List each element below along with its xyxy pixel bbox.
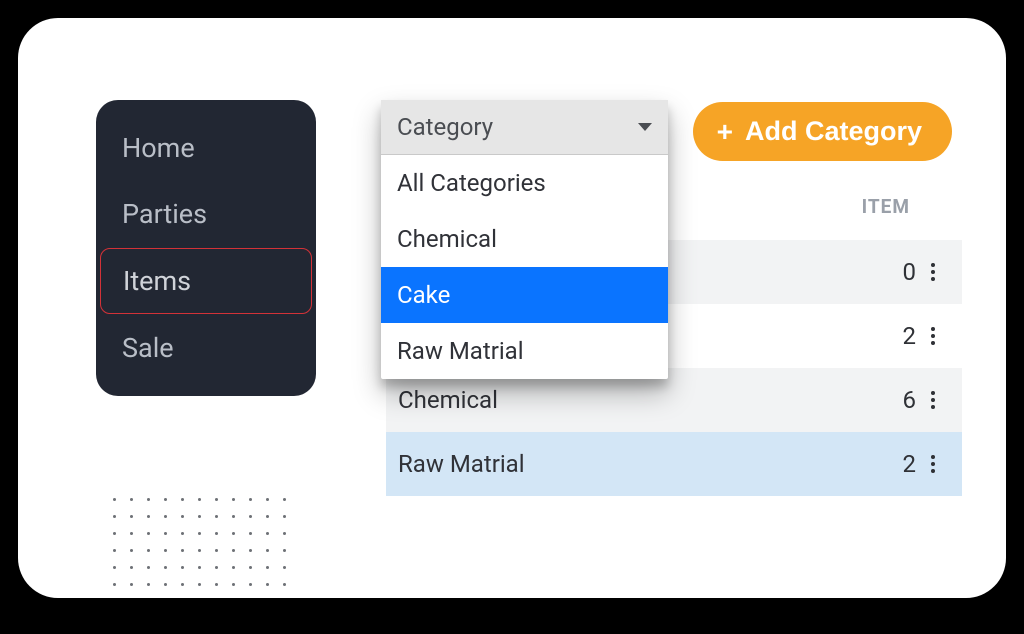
row-actions-icon[interactable]: [916, 263, 950, 281]
dropdown-toggle[interactable]: Category: [381, 100, 668, 155]
table-header-item: ITEM: [862, 195, 950, 218]
decorative-dots: [113, 498, 292, 598]
row-actions-icon[interactable]: [916, 391, 950, 409]
add-category-label: Add Category: [745, 116, 922, 147]
row-actions-icon[interactable]: [916, 455, 950, 473]
row-name: Chemical: [398, 386, 866, 414]
row-name: Raw Matrial: [398, 450, 866, 478]
row-count: 2: [866, 322, 916, 350]
chevron-down-icon: [638, 123, 652, 131]
dropdown-option-raw-material[interactable]: Raw Matrial: [381, 323, 668, 379]
app-frame: Home Parties Items Sale + Add Category I…: [18, 18, 1006, 598]
row-count: 6: [866, 386, 916, 414]
dropdown-option-chemical[interactable]: Chemical: [381, 211, 668, 267]
add-category-button[interactable]: + Add Category: [693, 102, 952, 161]
category-dropdown: Category All Categories Chemical Cake Ra…: [381, 100, 668, 379]
sidebar: Home Parties Items Sale: [96, 100, 316, 396]
main-panel: + Add Category ITEM 0 2 Chemical 6: [381, 100, 962, 548]
row-actions-icon[interactable]: [916, 327, 950, 345]
plus-icon: +: [717, 118, 733, 146]
table-row[interactable]: Raw Matrial 2: [386, 432, 962, 496]
sidebar-item-items[interactable]: Items: [100, 248, 312, 314]
sidebar-item-home[interactable]: Home: [100, 116, 312, 180]
dropdown-label: Category: [397, 113, 493, 141]
dropdown-option-cake[interactable]: Cake: [381, 267, 668, 323]
sidebar-item-sale[interactable]: Sale: [100, 316, 312, 380]
dropdown-option-all[interactable]: All Categories: [381, 155, 668, 211]
row-count: 2: [866, 450, 916, 478]
row-count: 0: [866, 258, 916, 286]
sidebar-item-parties[interactable]: Parties: [100, 182, 312, 246]
